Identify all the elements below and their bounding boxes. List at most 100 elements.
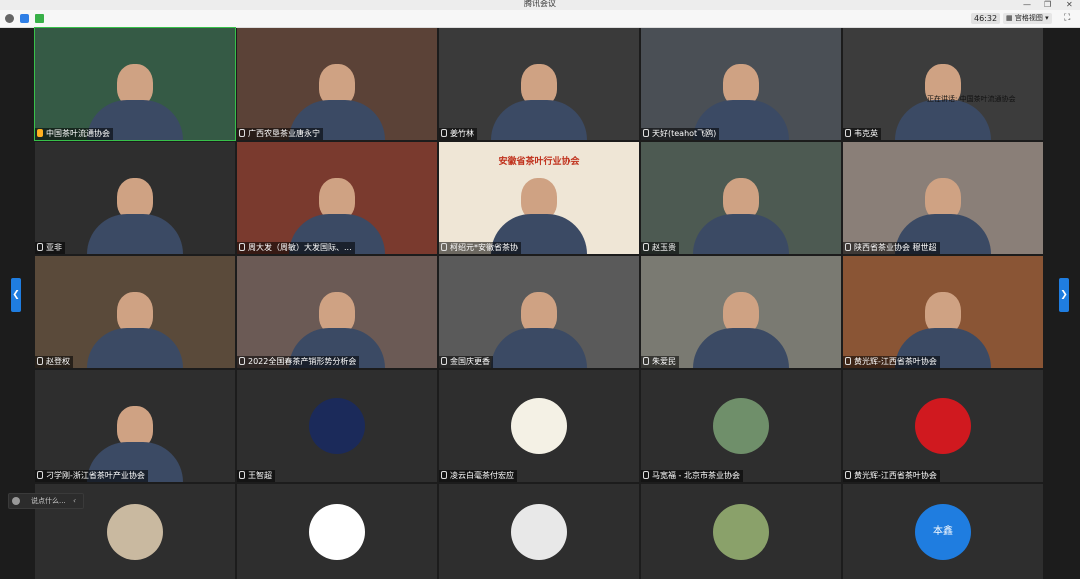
participant-tile[interactable]: 2022全国春茶产销形势分析会 [237,256,437,368]
video-person [87,178,183,254]
participant-name: 亚非 [46,243,62,252]
participant-namebar: 韦克英 [843,128,881,140]
participant-name: 马宽福 - 北京市茶业协会 [652,471,740,480]
participant-name: 柯绍元*安徽省茶协 [450,243,518,252]
chevron-left-icon[interactable]: ‹ [73,494,76,508]
participant-namebar: 黄光辉-江西省茶叶协会 [843,470,940,482]
participant-tile[interactable] [439,484,639,579]
microphone-icon [37,129,43,137]
avatar: 本鑫 [915,503,971,560]
participant-tile[interactable]: 赵登权 [35,256,235,368]
participant-tile[interactable] [237,484,437,579]
chat-placeholder: 说点什么... [31,497,66,505]
fullscreen-icon[interactable]: ⛶ [1064,14,1070,23]
video-person [87,292,183,368]
video-person [693,292,789,368]
participant-tile[interactable]: 中国茶叶流通协会 [34,27,236,141]
participant-namebar: 柯绍元*安徽省茶协 [439,242,521,254]
shield-icon[interactable] [20,14,29,23]
participant-namebar: 马宽福 - 北京市茶业协会 [641,470,743,482]
participant-namebar: 黄光辉-江西省茶叶协会 [843,356,940,368]
participant-namebar: 亚非 [35,242,65,254]
participant-name: 韦克英 [854,129,878,138]
microphone-icon [37,471,43,479]
info-icon[interactable] [5,14,14,23]
microphone-icon [441,357,447,365]
participant-name: 金国庆更香 [450,357,490,366]
microphone-icon [441,129,447,137]
restore-icon[interactable]: ❐ [1044,0,1051,10]
banner-title: 安徽省茶叶行业协会 [498,157,580,167]
participant-tile[interactable]: 王智超 [237,370,437,482]
video-person [491,292,587,368]
chat-input[interactable]: 说点什么... ‹ [8,493,84,509]
participant-tile[interactable]: 马宽福 - 北京市茶业协会 [641,370,841,482]
meeting-timer: 46:32 [971,13,1001,24]
participant-tile[interactable]: 朱爱民 [641,256,841,368]
participant-name: 姜竹林 [450,129,474,138]
microphone-icon [239,357,245,365]
microphone-icon [441,471,447,479]
participant-tile[interactable]: 广西农垦茶业唐永宁 [237,28,437,140]
window-title: 腾讯会议 [524,0,556,8]
participant-tile[interactable]: 安徽省茶叶行业协会柯绍元*安徽省茶协 [439,142,639,254]
participant-tile[interactable]: 凌云白毫茶付宏应 [439,370,639,482]
next-page-button[interactable]: ❯ [1059,278,1069,312]
participant-namebar: 赵登权 [35,356,73,368]
participant-tile[interactable]: 黄光辉-江西省茶叶协会 [843,256,1043,368]
participant-tile[interactable]: 刁学刚-浙江省茶叶产业协会 [35,370,235,482]
participant-namebar: 周大发（周敏）大发国际、... [237,242,355,254]
signal-icon [35,14,44,23]
participant-tile[interactable]: 赵玉贵 [641,142,841,254]
participant-tile[interactable]: 姜竹林 [439,28,639,140]
participant-tile[interactable]: 周大发（周敏）大发国际、... [237,142,437,254]
participant-tile[interactable]: 金国庆更香 [439,256,639,368]
participant-name: 赵玉贵 [652,243,676,252]
participant-name: 凌云白毫茶付宏应 [450,471,514,480]
prev-page-button[interactable]: ❮ [11,278,21,312]
participant-tile[interactable]: 黄光辉-江西省茶叶协会 [843,370,1043,482]
video-person [693,178,789,254]
participant-tile[interactable]: 陕西省茶业协会 穆世超 [843,142,1043,254]
participant-namebar: 金国庆更香 [439,356,493,368]
minimize-icon[interactable]: — [1023,0,1031,10]
avatar [915,398,971,454]
microphone-icon [37,357,43,365]
close-icon[interactable]: ✕ [1066,0,1073,10]
participant-namebar: 朱爱民 [641,356,679,368]
participant-namebar: 王智超 [237,470,275,482]
participant-name: 陕西省茶业协会 穆世超 [854,243,937,252]
microphone-icon [441,243,447,251]
microphone-icon [845,243,851,251]
participant-namebar: 陕西省茶业协会 穆世超 [843,242,940,254]
chat-icon [12,497,20,505]
avatar [713,398,769,454]
participant-tile[interactable]: 本鑫 [843,484,1043,579]
window-titlebar: 腾讯会议 — ❐ ✕ [0,0,1080,10]
grid-view-button[interactable]: ▦ 宫格视图 ▾ [1003,13,1052,24]
video-grid: 中国茶叶流通协会 广西农垦茶业唐永宁 姜竹林 天好(teahot飞鸥) 韦克英亚非 周大发… [34,27,1044,579]
participant-tile[interactable]: 韦克英 [843,28,1043,140]
microphone-icon [643,243,649,251]
participant-namebar: 2022全国春茶产销形势分析会 [237,356,360,368]
participant-tile[interactable] [641,484,841,579]
participant-tile[interactable]: 亚非 [35,142,235,254]
participant-tile[interactable]: 天好(teahot飞鸥) [641,28,841,140]
participant-name: 广西农垦茶业唐永宁 [248,129,320,138]
participant-name: 中国茶叶流通协会 [46,129,110,138]
microphone-icon [239,243,245,251]
avatar [511,503,567,560]
microphone-icon [643,357,649,365]
avatar [107,503,163,560]
participant-namebar: 姜竹林 [439,128,477,140]
microphone-icon [239,129,245,137]
participant-namebar: 中国茶叶流通协会 [35,128,113,140]
participant-name: 刁学刚-浙江省茶叶产业协会 [46,471,145,480]
participant-namebar: 天好(teahot飞鸥) [641,128,720,140]
microphone-icon [845,357,851,365]
participant-namebar: 刁学刚-浙江省茶叶产业协会 [35,470,148,482]
avatar [511,398,567,454]
avatar [309,503,365,560]
participant-name: 朱爱民 [652,357,676,366]
participant-namebar: 凌云白毫茶付宏应 [439,470,517,482]
